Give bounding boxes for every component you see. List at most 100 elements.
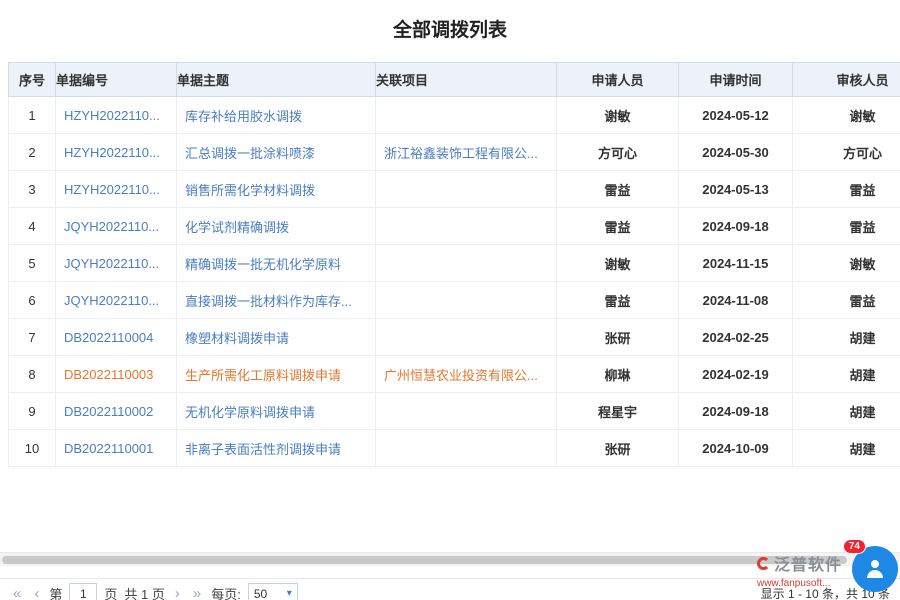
cell-doc_no: JQYH2022110... bbox=[56, 208, 177, 245]
subject-link[interactable]: 生产所需化工原料调拨申请 bbox=[185, 368, 341, 383]
cell-no: 8 bbox=[9, 356, 56, 393]
cell-auditor: 方可心 bbox=[793, 134, 900, 171]
cell-project bbox=[376, 97, 557, 134]
table-row: 5JQYH2022110...精确调拨一批无机化学原料谢敏2024-11-15谢… bbox=[9, 245, 900, 282]
project-link[interactable]: 浙江裕鑫装饰工程有限公... bbox=[384, 146, 538, 161]
cell-apply_date: 2024-09-18 bbox=[679, 393, 793, 430]
cell-auditor: 雷益 bbox=[793, 208, 900, 245]
subject-link[interactable]: 精确调拨一批无机化学原料 bbox=[185, 257, 341, 272]
subject-link[interactable]: 库存补给用胶水调拨 bbox=[185, 109, 302, 124]
cell-apply_date: 2024-11-08 bbox=[679, 282, 793, 319]
cell-auditor: 胡建 bbox=[793, 356, 900, 393]
cell-apply_date: 2024-05-13 bbox=[679, 171, 793, 208]
next-page-button[interactable]: › bbox=[172, 585, 183, 600]
doc-no-link[interactable]: DB2022110004 bbox=[64, 330, 153, 345]
cell-apply_date: 2024-11-15 bbox=[679, 245, 793, 282]
cell-no: 6 bbox=[9, 282, 56, 319]
per-page-select[interactable]: 50 ▾ bbox=[248, 583, 298, 600]
column-header-auditor: 审核人员 bbox=[793, 63, 900, 97]
cell-doc_no: JQYH2022110... bbox=[56, 245, 177, 282]
page-number-input[interactable] bbox=[69, 583, 97, 600]
doc-no-link[interactable]: JQYH2022110... bbox=[64, 256, 159, 271]
doc-no-link[interactable]: DB2022110003 bbox=[64, 367, 153, 382]
doc-no-link[interactable]: HZYH2022110... bbox=[64, 182, 160, 197]
cell-subject: 库存补给用胶水调拨 bbox=[177, 97, 376, 134]
cell-no: 10 bbox=[9, 430, 56, 467]
cell-project: 广州恒慧农业投资有限公... bbox=[376, 356, 557, 393]
prev-page-button[interactable]: ‹ bbox=[31, 585, 42, 600]
cell-subject: 无机化学原料调拨申请 bbox=[177, 393, 376, 430]
cell-subject: 精确调拨一批无机化学原料 bbox=[177, 245, 376, 282]
first-page-button[interactable]: « bbox=[10, 585, 24, 600]
doc-no-link[interactable]: HZYH2022110... bbox=[64, 108, 160, 123]
cell-auditor: 胡建 bbox=[793, 393, 900, 430]
page-prefix-label: 第 bbox=[49, 584, 62, 600]
cell-doc_no: HZYH2022110... bbox=[56, 171, 177, 208]
cell-no: 4 bbox=[9, 208, 56, 245]
cell-auditor: 谢敏 bbox=[793, 97, 900, 134]
watermark-url: www.fanpusoft... bbox=[757, 578, 842, 589]
cell-subject: 非离子表面活性剂调拨申请 bbox=[177, 430, 376, 467]
cell-doc_no: HZYH2022110... bbox=[56, 97, 177, 134]
pager-controls: « ‹ 第 页 共 1 页 › » 每页: 50 ▾ bbox=[10, 583, 298, 600]
table-row: 3HZYH2022110...销售所需化学材料调拨雷益2024-05-13雷益 bbox=[9, 171, 900, 208]
subject-link[interactable]: 化学试剂精确调拨 bbox=[185, 220, 289, 235]
table-row: 9DB2022110002无机化学原料调拨申请程星宇2024-09-18胡建 bbox=[9, 393, 900, 430]
cell-applicant: 张研 bbox=[557, 319, 679, 356]
per-page-label: 每页: bbox=[211, 584, 241, 600]
cell-apply_date: 2024-10-09 bbox=[679, 430, 793, 467]
watermark: 泛普软件 www.fanpusoft... bbox=[757, 551, 842, 589]
table-container: 序号单据编号单据主题关联项目申请人员申请时间审核人员 1 HZYH2022110.… bbox=[8, 62, 900, 482]
cell-auditor: 雷益 bbox=[793, 171, 900, 208]
table-header: 序号单据编号单据主题关联项目申请人员申请时间审核人员 bbox=[9, 63, 900, 97]
page-title: 全部调拨列表 bbox=[0, 0, 900, 62]
doc-no-link[interactable]: DB2022110001 bbox=[64, 441, 153, 456]
fanpu-logo-icon bbox=[757, 557, 770, 570]
cell-apply_date: 2024-09-18 bbox=[679, 208, 793, 245]
cell-apply_date: 2024-02-25 bbox=[679, 319, 793, 356]
notification-badge: 74 bbox=[843, 539, 866, 554]
doc-no-link[interactable]: JQYH2022110... bbox=[64, 293, 159, 308]
subject-link[interactable]: 直接调拨一批材料作为库存... bbox=[185, 294, 352, 309]
subject-link[interactable]: 无机化学原料调拨申请 bbox=[185, 405, 315, 420]
subject-link[interactable]: 汇总调拨一批涂料喷漆 bbox=[185, 146, 315, 161]
column-header-subject: 单据主题 bbox=[177, 63, 376, 97]
cell-no: 1 bbox=[9, 97, 56, 134]
doc-no-link[interactable]: DB2022110002 bbox=[64, 404, 153, 419]
transfer-list-page: 全部调拨列表 序号单据编号单据主题关联项目申请人员申请时间审核人员 1 HZYH2… bbox=[0, 0, 900, 600]
cell-doc_no: DB2022110002 bbox=[56, 393, 177, 430]
column-header-project: 关联项目 bbox=[376, 63, 557, 97]
last-page-button[interactable]: » bbox=[190, 585, 204, 600]
cell-applicant: 方可心 bbox=[557, 134, 679, 171]
page-suffix-label: 页 bbox=[104, 584, 117, 600]
subject-link[interactable]: 橡塑材料调拨申请 bbox=[185, 331, 289, 346]
table-row: 7DB2022110004橡塑材料调拨申请张研2024-02-25胡建 bbox=[9, 319, 900, 356]
table-row: 4JQYH2022110...化学试剂精确调拨雷益2024-09-18雷益 bbox=[9, 208, 900, 245]
cell-doc_no: DB2022110004 bbox=[56, 319, 177, 356]
table-row: 2HZYH2022110...汇总调拨一批涂料喷漆浙江裕鑫装饰工程有限公...方… bbox=[9, 134, 900, 171]
subject-link[interactable]: 非离子表面活性剂调拨申请 bbox=[185, 442, 341, 457]
cell-no: 9 bbox=[9, 393, 56, 430]
cell-auditor: 胡建 bbox=[793, 430, 900, 467]
column-header-applicant: 申请人员 bbox=[557, 63, 679, 97]
horizontal-scrollbar-thumb[interactable] bbox=[2, 556, 847, 564]
subject-link[interactable]: 销售所需化学材料调拨 bbox=[185, 183, 315, 198]
cell-applicant: 谢敏 bbox=[557, 97, 679, 134]
table-body: 1HZYH2022110...库存补给用胶水调拨谢敏2024-05-12谢敏2H… bbox=[9, 97, 900, 467]
cell-project bbox=[376, 282, 557, 319]
project-link[interactable]: 广州恒慧农业投资有限公... bbox=[384, 368, 538, 383]
column-header-doc_no: 单据编号 bbox=[56, 63, 177, 97]
cell-doc_no: JQYH2022110... bbox=[56, 282, 177, 319]
cell-applicant: 谢敏 bbox=[557, 245, 679, 282]
cell-subject: 生产所需化工原料调拨申请 bbox=[177, 356, 376, 393]
cell-applicant: 张研 bbox=[557, 430, 679, 467]
cell-subject: 直接调拨一批材料作为库存... bbox=[177, 282, 376, 319]
cell-project bbox=[376, 171, 557, 208]
cell-subject: 汇总调拨一批涂料喷漆 bbox=[177, 134, 376, 171]
table-header-row: 序号单据编号单据主题关联项目申请人员申请时间审核人员 bbox=[9, 63, 900, 97]
cell-project bbox=[376, 208, 557, 245]
per-page-value: 50 bbox=[254, 587, 267, 600]
doc-no-link[interactable]: HZYH2022110... bbox=[64, 145, 160, 160]
doc-no-link[interactable]: JQYH2022110... bbox=[64, 219, 159, 234]
cell-no: 7 bbox=[9, 319, 56, 356]
